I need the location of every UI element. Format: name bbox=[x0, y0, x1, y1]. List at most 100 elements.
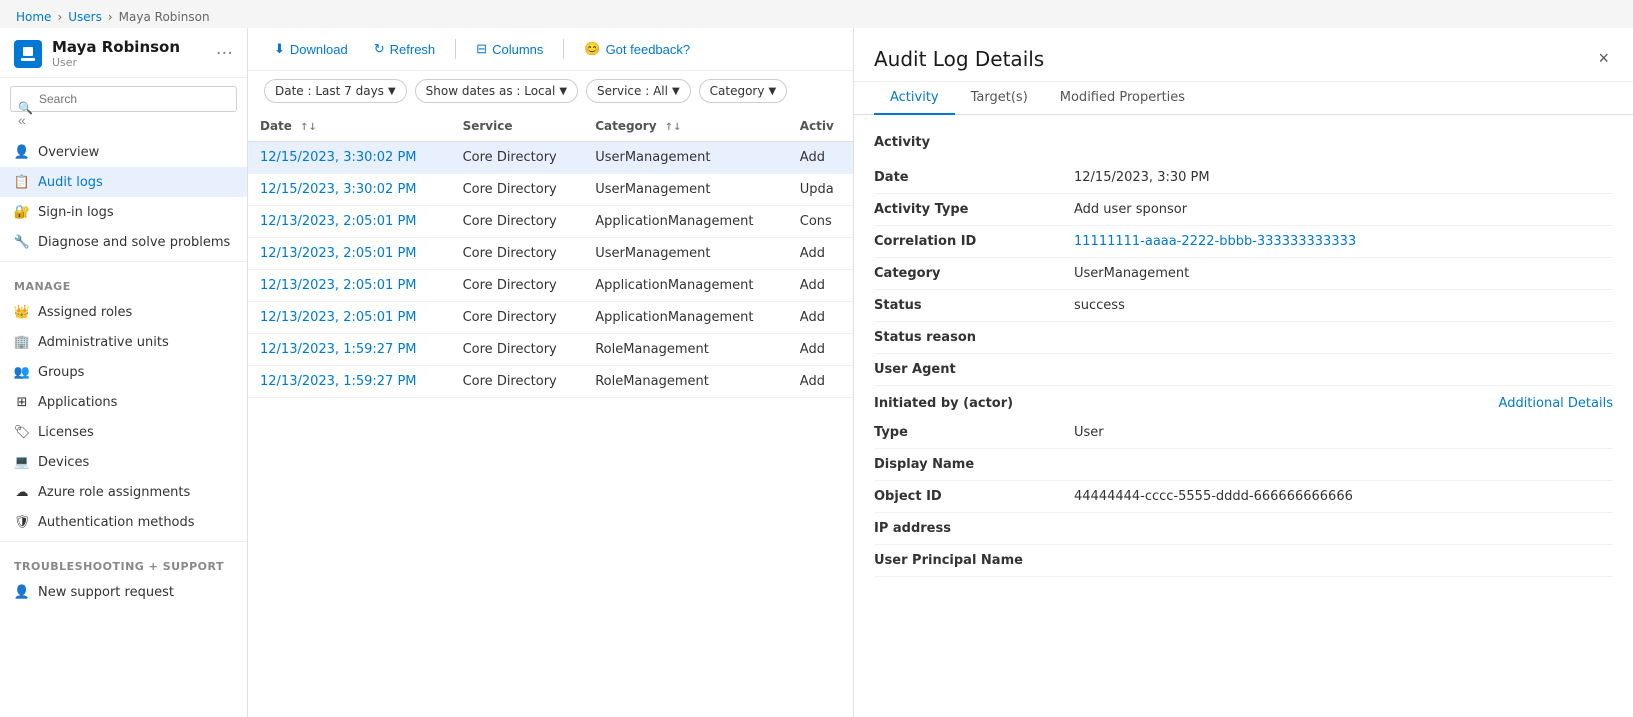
cell-service: Core Directory bbox=[451, 206, 584, 238]
log-icon: 📋 bbox=[14, 174, 30, 190]
search-input[interactable] bbox=[10, 86, 237, 112]
download-button[interactable]: ⬇ Download bbox=[264, 36, 358, 62]
cell-service: Core Directory bbox=[451, 270, 584, 302]
detail-row-status: Status success bbox=[874, 290, 1613, 322]
sidebar-item-azure-roles[interactable]: ☁ Azure role assignments bbox=[0, 477, 247, 507]
tool-icon: 🔧 bbox=[14, 234, 30, 250]
sidebar: Maya Robinson User ··· 🔍 « 👤 Overview 📋 … bbox=[0, 28, 248, 717]
cell-service: Core Directory bbox=[451, 366, 584, 398]
col-activity[interactable]: Activ bbox=[788, 111, 853, 142]
breadcrumb-home[interactable]: Home bbox=[16, 10, 51, 24]
chip-chevron-icon: ▼ bbox=[388, 86, 396, 97]
signin-icon: 🔐 bbox=[14, 204, 30, 220]
support-icon: 👤 bbox=[14, 584, 30, 600]
filters-bar: Date : Last 7 days ▼ Show dates as : Loc… bbox=[248, 71, 853, 111]
cell-date: 12/13/2023, 2:05:01 PM bbox=[248, 238, 451, 270]
columns-button[interactable]: ⊟ Columns bbox=[466, 36, 553, 62]
detail-value-category: UserManagement bbox=[1074, 266, 1613, 281]
table-row[interactable]: 12/15/2023, 3:30:02 PM Core Directory Us… bbox=[248, 142, 853, 174]
sort-cat-icon: ↑↓ bbox=[665, 122, 682, 133]
tab-modified-properties[interactable]: Modified Properties bbox=[1044, 82, 1201, 115]
additional-details-link[interactable]: Additional Details bbox=[1499, 396, 1613, 411]
tab-activity[interactable]: Activity bbox=[874, 82, 955, 115]
toolbar-separator-2 bbox=[563, 39, 564, 59]
initiated-by-label: Initiated by (actor) bbox=[874, 396, 1013, 411]
cell-activity: Add bbox=[788, 334, 853, 366]
detail-row-user-agent: User Agent bbox=[874, 354, 1613, 386]
detail-title: Audit Log Details bbox=[874, 47, 1044, 71]
sidebar-item-new-support[interactable]: 👤 New support request bbox=[0, 577, 247, 607]
detail-value-correlation-id[interactable]: 11111111-aaaa-2222-bbbb-333333333333 bbox=[1074, 234, 1613, 249]
sort-date-icon: ↑↓ bbox=[300, 122, 317, 133]
col-category[interactable]: Category ↑↓ bbox=[583, 111, 788, 142]
sidebar-item-licenses[interactable]: 🏷 Licenses bbox=[0, 417, 247, 447]
sidebar-item-admin-units[interactable]: 🏢 Administrative units bbox=[0, 327, 247, 357]
cell-activity: Add bbox=[788, 238, 853, 270]
feedback-button[interactable]: 😊 Got feedback? bbox=[574, 36, 700, 62]
cell-activity: Cons bbox=[788, 206, 853, 238]
cell-date: 12/13/2023, 2:05:01 PM bbox=[248, 302, 451, 334]
chip-chevron-icon3: ▼ bbox=[672, 86, 680, 97]
feedback-icon: 😊 bbox=[584, 41, 600, 57]
sidebar-item-auth-methods[interactable]: 🛡 Authentication methods bbox=[0, 507, 247, 537]
table-row[interactable]: 12/13/2023, 2:05:01 PM Core Directory Ap… bbox=[248, 302, 853, 334]
nav-overview[interactable]: 👤 Overview bbox=[0, 137, 247, 167]
nav-sign-in-label: Sign-in logs bbox=[38, 205, 114, 220]
cell-date: 12/15/2023, 3:30:02 PM bbox=[248, 174, 451, 206]
detail-row-type: Type User bbox=[874, 417, 1613, 449]
nav-audit-logs-label: Audit logs bbox=[38, 175, 103, 190]
col-date[interactable]: Date ↑↓ bbox=[248, 111, 451, 142]
admin-icon: 🏢 bbox=[14, 334, 30, 350]
group-icon: 👥 bbox=[14, 364, 30, 380]
cell-date: 12/13/2023, 1:59:27 PM bbox=[248, 366, 451, 398]
search-icon: 🔍 bbox=[18, 101, 33, 115]
sidebar-item-groups[interactable]: 👥 Groups bbox=[0, 357, 247, 387]
search-container: 🔍 « bbox=[10, 86, 237, 129]
category-filter-chip[interactable]: Category ▼ bbox=[699, 79, 788, 103]
date-filter-chip[interactable]: Date : Last 7 days ▼ bbox=[264, 79, 407, 103]
chip-chevron-icon2: ▼ bbox=[559, 86, 567, 97]
nav-audit-logs[interactable]: 📋 Audit logs bbox=[0, 167, 247, 197]
more-options-button[interactable]: ··· bbox=[216, 43, 233, 64]
manage-section-label: Manage bbox=[0, 270, 247, 297]
table-row[interactable]: 12/15/2023, 3:30:02 PM Core Directory Us… bbox=[248, 174, 853, 206]
table-row[interactable]: 12/13/2023, 1:59:27 PM Core Directory Ro… bbox=[248, 334, 853, 366]
breadcrumb-users[interactable]: Users bbox=[68, 10, 102, 24]
close-detail-button[interactable]: × bbox=[1594, 44, 1613, 73]
detail-panel: Audit Log Details × Activity Target(s) M… bbox=[853, 28, 1633, 717]
cell-category: ApplicationManagement bbox=[583, 302, 788, 334]
main-content: ⬇ Download ↻ Refresh ⊟ Columns 😊 Got fee… bbox=[248, 28, 853, 717]
nav-sign-in-logs[interactable]: 🔐 Sign-in logs bbox=[0, 197, 247, 227]
nav-diagnose[interactable]: 🔧 Diagnose and solve problems bbox=[0, 227, 247, 257]
cell-date: 12/13/2023, 1:59:27 PM bbox=[248, 334, 451, 366]
tab-targets[interactable]: Target(s) bbox=[955, 82, 1044, 115]
show-dates-filter-chip[interactable]: Show dates as : Local ▼ bbox=[415, 79, 578, 103]
sidebar-item-applications[interactable]: ⊞ Applications bbox=[0, 387, 247, 417]
cell-service: Core Directory bbox=[451, 302, 584, 334]
detail-row-upn: User Principal Name bbox=[874, 545, 1613, 577]
cell-date: 12/15/2023, 3:30:02 PM bbox=[248, 142, 451, 174]
nav-diagnose-label: Diagnose and solve problems bbox=[38, 235, 230, 250]
initiated-by-section: Initiated by (actor) Additional Details bbox=[874, 386, 1613, 417]
service-filter-chip[interactable]: Service : All ▼ bbox=[586, 79, 691, 103]
cell-category: UserManagement bbox=[583, 174, 788, 206]
sidebar-item-devices[interactable]: 💻 Devices bbox=[0, 447, 247, 477]
sidebar-item-assigned-roles[interactable]: 👑 Assigned roles bbox=[0, 297, 247, 327]
refresh-button[interactable]: ↻ Refresh bbox=[364, 36, 445, 62]
table-row[interactable]: 12/13/2023, 1:59:27 PM Core Directory Ro… bbox=[248, 366, 853, 398]
cell-service: Core Directory bbox=[451, 238, 584, 270]
nav-overview-label: Overview bbox=[38, 145, 99, 160]
table-row[interactable]: 12/13/2023, 2:05:01 PM Core Directory Ap… bbox=[248, 270, 853, 302]
table-row[interactable]: 12/13/2023, 2:05:01 PM Core Directory Ap… bbox=[248, 206, 853, 238]
device-icon: 💻 bbox=[14, 454, 30, 470]
detail-row-ip: IP address bbox=[874, 513, 1613, 545]
table-row[interactable]: 12/13/2023, 2:05:01 PM Core Directory Us… bbox=[248, 238, 853, 270]
detail-row-object-id: Object ID 44444444-cccc-5555-dddd-666666… bbox=[874, 481, 1613, 513]
sidebar-header: Maya Robinson User ··· bbox=[0, 28, 247, 78]
cell-service: Core Directory bbox=[451, 174, 584, 206]
detail-value-type: User bbox=[1074, 425, 1613, 440]
toolbar-separator bbox=[455, 39, 456, 59]
col-service[interactable]: Service bbox=[451, 111, 584, 142]
cell-date: 12/13/2023, 2:05:01 PM bbox=[248, 206, 451, 238]
detail-tabs: Activity Target(s) Modified Properties bbox=[854, 82, 1633, 115]
